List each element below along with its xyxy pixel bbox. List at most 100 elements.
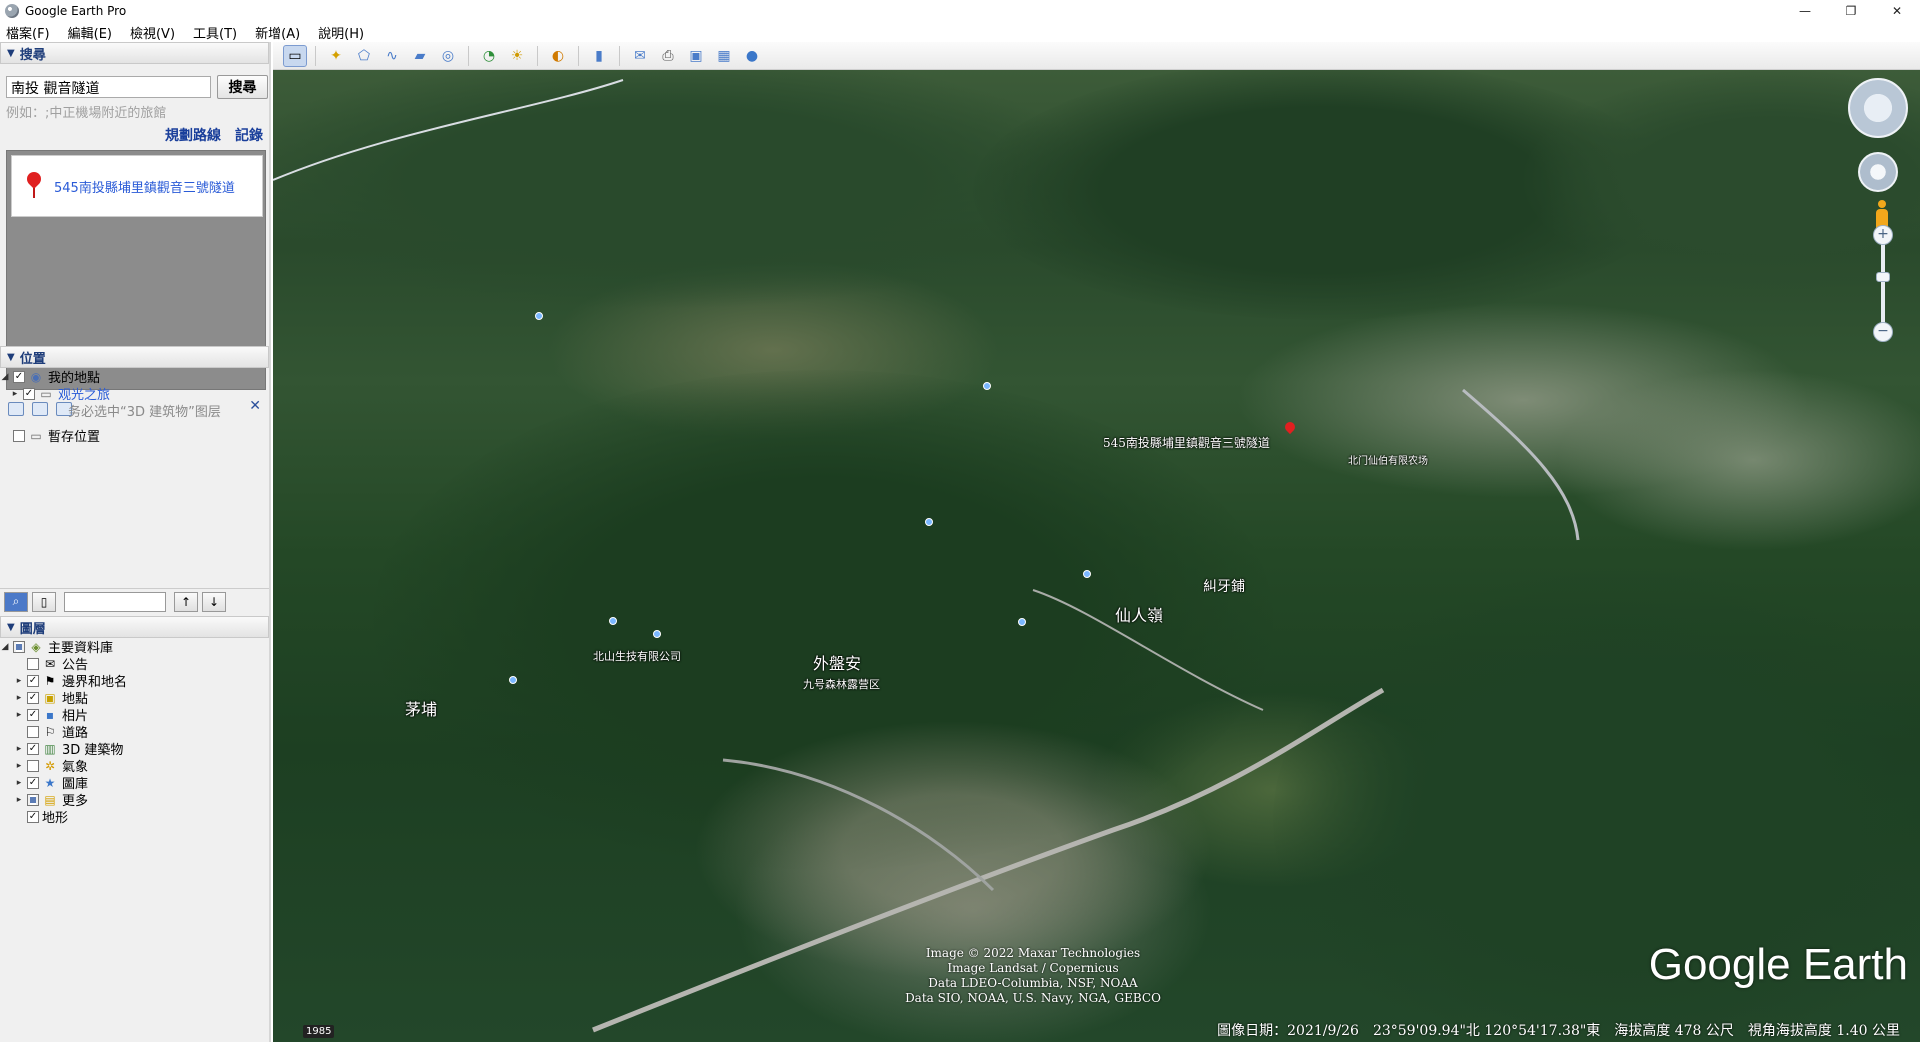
search-result-link[interactable]: 545南投縣埔里鎮觀音三號隧道: [54, 177, 235, 196]
save-image-icon[interactable]: ▣: [684, 45, 708, 67]
poi-marker[interactable]: [1018, 618, 1026, 626]
layers-panel-header[interactable]: ▼ 圖層: [0, 616, 269, 638]
tree-item-my-places[interactable]: ◢ ◉ 我的地點: [0, 368, 269, 387]
planets-icon[interactable]: ◐: [546, 45, 570, 67]
zoom-slider[interactable]: [1881, 235, 1885, 335]
place-label[interactable]: 外盤安: [813, 650, 861, 674]
search-button[interactable]: 搜尋: [217, 75, 268, 99]
menu-add[interactable]: 新增(A): [253, 23, 302, 42]
checkbox[interactable]: [23, 387, 35, 400]
checkbox[interactable]: [27, 708, 39, 721]
move-down-icon[interactable]: ↓: [202, 591, 226, 612]
menu-help[interactable]: 說明(H): [316, 23, 366, 42]
add-polygon-icon[interactable]: ⬠: [352, 45, 376, 67]
checkbox[interactable]: [27, 725, 39, 738]
look-around-control[interactable]: [1848, 78, 1908, 138]
poi-marker[interactable]: [509, 676, 517, 684]
place-label[interactable]: 糾牙鋪: [1203, 576, 1245, 596]
add-path-icon[interactable]: ∿: [380, 45, 404, 67]
zoom-out-icon[interactable]: −: [1873, 322, 1893, 342]
expand-triangle-icon[interactable]: ◢: [0, 642, 10, 652]
layer-3d-buildings[interactable]: ▸ ▥ 3D 建築物: [0, 740, 269, 759]
poi-marker[interactable]: [925, 518, 933, 526]
checkbox[interactable]: [27, 810, 39, 823]
view-in-maps-icon[interactable]: ▦: [712, 45, 736, 67]
checkbox[interactable]: [13, 370, 25, 383]
move-control[interactable]: [1858, 152, 1898, 192]
historical-imagery-icon[interactable]: ◔: [477, 45, 501, 67]
poi-marker[interactable]: [1083, 570, 1091, 578]
expand-triangle-icon[interactable]: ▸: [14, 761, 24, 771]
layer-announcements[interactable]: ✉ 公告: [0, 655, 269, 673]
layer-places[interactable]: ▸ ▣ 地點: [0, 689, 269, 708]
place-label[interactable]: 茅埔: [405, 696, 437, 720]
menu-edit[interactable]: 編輯(E): [66, 23, 114, 42]
menu-view[interactable]: 檢視(V): [128, 23, 177, 42]
poi-label[interactable]: 北山生技有限公司: [593, 648, 681, 664]
email-icon[interactable]: ✉: [628, 45, 652, 67]
layer-primary-database[interactable]: ◢ ◈ 主要資料庫: [0, 638, 269, 657]
earth-gallery-icon[interactable]: ●: [740, 45, 764, 67]
history-link[interactable]: 記錄: [235, 125, 263, 145]
places-toolbar: ⌕ ▯ ↑ ↓: [0, 588, 269, 614]
menu-file[interactable]: 檔案(F): [4, 23, 52, 42]
record-tour-icon[interactable]: ◎: [436, 45, 460, 67]
checkbox[interactable]: [27, 776, 39, 789]
tree-item-temporary[interactable]: ▭ 暫存位置: [0, 427, 269, 445]
close-button[interactable]: ✕: [1874, 0, 1920, 22]
places-panel-header[interactable]: ▼ 位置: [0, 346, 269, 368]
search-places-icon[interactable]: ⌕: [4, 591, 28, 612]
layer-photos[interactable]: ▸ ▪ 相片: [0, 706, 269, 725]
sunlight-icon[interactable]: ☀: [505, 45, 529, 67]
layer-roads[interactable]: ⚐ 道路: [0, 723, 269, 741]
expand-triangle-icon[interactable]: ▸: [14, 710, 24, 720]
layer-gallery[interactable]: ▸ ★ 圖庫: [0, 774, 269, 793]
expand-triangle-icon[interactable]: ▸: [14, 778, 24, 788]
search-result-item[interactable]: 545南投縣埔里鎮觀音三號隧道: [11, 155, 263, 217]
expand-triangle-icon[interactable]: ◢: [0, 372, 10, 382]
print-icon[interactable]: ⎙: [656, 45, 680, 67]
places-filter-input[interactable]: [64, 591, 166, 612]
layer-borders[interactable]: ▸ ⚑ 邊界和地名: [0, 672, 269, 691]
plan-route-link[interactable]: 規劃路線: [165, 125, 221, 145]
expand-triangle-icon[interactable]: ▸: [14, 693, 24, 703]
layer-weather[interactable]: ▸ ✲ 氣象: [0, 757, 269, 776]
zoom-slider-handle[interactable]: [1876, 272, 1890, 282]
poi-marker[interactable]: [609, 617, 617, 625]
expand-triangle-icon[interactable]: ▸: [14, 744, 24, 754]
zoom-in-icon[interactable]: +: [1873, 225, 1893, 245]
poi-label[interactable]: 九号森林露营区: [803, 676, 880, 692]
expand-triangle-icon[interactable]: ▸: [14, 676, 24, 686]
sidebar-toggle-icon[interactable]: ▭: [283, 44, 307, 67]
add-overlay-icon[interactable]: ▰: [408, 45, 432, 67]
poi-marker[interactable]: [653, 630, 661, 638]
checkbox[interactable]: [27, 674, 39, 687]
placemark-label[interactable]: 545南投縣埔里鎮觀音三號隧道: [1103, 434, 1270, 451]
tree-item-tour[interactable]: ▸ ▭ 观光之旅: [0, 385, 269, 404]
checkbox[interactable]: [27, 657, 39, 670]
layer-more[interactable]: ▸ ▤ 更多: [0, 791, 269, 810]
checkbox[interactable]: [27, 742, 39, 755]
map-viewport[interactable]: 545南投縣埔里鎮觀音三號隧道 仙人嶺 糾牙鋪 外盤安 茅埔 北山生技有限公司 …: [273, 70, 1920, 1042]
checkbox[interactable]: [27, 691, 39, 704]
ruler-icon[interactable]: ▮: [587, 45, 611, 67]
layer-terrain[interactable]: 地形: [0, 808, 269, 826]
checkbox[interactable]: [13, 429, 25, 442]
checkbox[interactable]: [27, 759, 39, 772]
panel-toggle-icon[interactable]: ▯: [32, 591, 56, 612]
move-up-icon[interactable]: ↑: [174, 591, 198, 612]
place-label[interactable]: 仙人嶺: [1115, 602, 1163, 626]
minimize-button[interactable]: —: [1782, 0, 1828, 22]
checkbox[interactable]: [27, 793, 39, 806]
poi-marker[interactable]: [535, 312, 543, 320]
search-panel-header[interactable]: ▼ 搜尋: [0, 42, 269, 64]
poi-label[interactable]: 北门仙伯有限农场: [1348, 452, 1428, 467]
menu-tools[interactable]: 工具(T): [191, 23, 239, 42]
restore-button[interactable]: ❐: [1828, 0, 1874, 22]
search-input[interactable]: 南投 觀音隧道: [6, 76, 211, 98]
expand-triangle-icon[interactable]: ▸: [10, 389, 20, 399]
add-placemark-icon[interactable]: ✦: [324, 45, 348, 67]
expand-triangle-icon[interactable]: ▸: [14, 795, 24, 805]
poi-marker[interactable]: [983, 382, 991, 390]
checkbox[interactable]: [13, 640, 25, 653]
